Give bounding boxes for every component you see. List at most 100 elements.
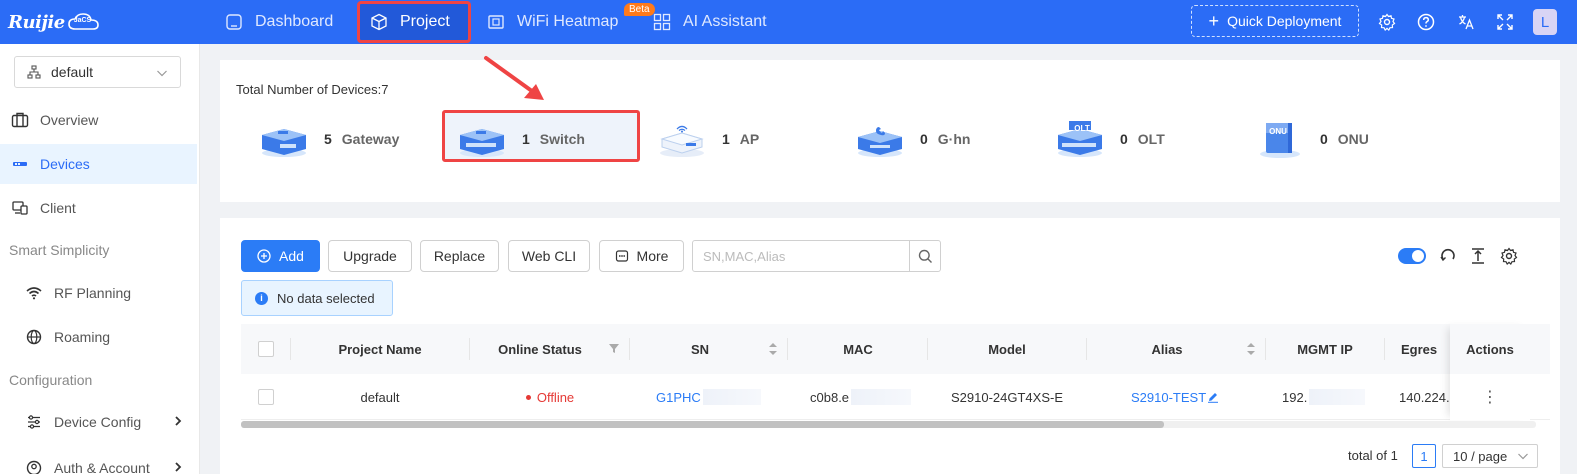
sidebar-item-auth-account[interactable]: Auth & Account xyxy=(0,448,197,474)
ap-count: 1 xyxy=(722,131,730,147)
access-point-icon xyxy=(660,125,704,157)
pagination-page-1[interactable]: 1 xyxy=(1412,444,1436,468)
search-button[interactable] xyxy=(909,241,940,271)
cell-mgmt-ip-text: 192. xyxy=(1282,389,1308,405)
onu-icon-label: ONU xyxy=(1269,127,1287,136)
export-icon[interactable] xyxy=(1468,246,1488,266)
filter-icon[interactable] xyxy=(607,341,621,355)
more-dots-icon xyxy=(615,249,629,263)
web-cli-button[interactable]: Web CLI xyxy=(508,240,590,272)
sidebar-item-devices-label: Devices xyxy=(40,156,90,172)
sidebar-item-devices[interactable]: Devices xyxy=(0,144,197,184)
refresh-icon[interactable] xyxy=(1438,246,1458,266)
col-project-name[interactable]: Project Name xyxy=(291,324,469,374)
cloud-logo-icon: JaCS xyxy=(67,12,101,32)
device-type-ghn[interactable]: 0 G·hn xyxy=(854,118,970,160)
sidebar-item-rf-planning[interactable]: RF Planning xyxy=(0,273,197,313)
nav-dashboard[interactable]: Dashboard xyxy=(225,0,333,44)
ghn-count: 0 xyxy=(920,131,928,147)
sidebar-item-overview[interactable]: Overview xyxy=(0,100,197,140)
user-icon xyxy=(24,459,44,474)
cell-alias[interactable]: S2910-TEST xyxy=(1131,374,1219,420)
settings-gear-icon[interactable] xyxy=(1376,11,1398,33)
replace-button[interactable]: Replace xyxy=(420,240,499,272)
add-button-label: Add xyxy=(279,248,304,264)
view-toggle-switch[interactable] xyxy=(1398,248,1426,264)
upgrade-button[interactable]: Upgrade xyxy=(328,240,412,272)
device-type-gateway[interactable]: 5 Gateway xyxy=(258,118,399,160)
more-button[interactable]: More xyxy=(599,240,684,272)
cell-alias-text: S2910-TEST xyxy=(1131,389,1207,405)
logo[interactable]: Ruijie JaCS xyxy=(8,8,101,36)
row-checkbox[interactable] xyxy=(258,374,274,420)
table-header: Project Name Online Status SN MAC Model … xyxy=(241,324,1550,374)
col-model[interactable]: Model xyxy=(928,324,1086,374)
horizontal-scrollbar[interactable] xyxy=(241,421,1536,428)
total-devices-text: Total Number of Devices:7 xyxy=(236,82,389,97)
add-button[interactable]: Add xyxy=(241,240,320,272)
sort-icon[interactable] xyxy=(767,341,779,357)
nav-project-label: Project xyxy=(400,13,450,30)
project-selector[interactable]: default xyxy=(14,56,181,88)
col-sn[interactable]: SN xyxy=(630,324,770,374)
sidebar-item-roaming[interactable]: Roaming xyxy=(0,317,197,357)
table-row[interactable]: default Offline G1PHC c0b8.e S2910-24GT4… xyxy=(241,374,1550,420)
row-actions-menu-icon[interactable]: ⋮ xyxy=(1450,374,1530,420)
scrollbar-thumb[interactable] xyxy=(241,421,1164,428)
device-type-switch[interactable]: 1 Switch xyxy=(456,118,585,160)
cell-mgmt-ip: 192. xyxy=(1282,374,1366,420)
nav-wifi-heatmap[interactable]: WiFi Heatmap xyxy=(487,0,618,44)
chevron-right-icon xyxy=(173,460,183,474)
cell-project-name: default xyxy=(360,389,400,405)
device-summary-card: Total Number of Devices:7 5 Gateway 1 Sw… xyxy=(220,60,1560,202)
logo-badge: JaCS xyxy=(73,17,92,24)
nav-ai-assistant[interactable]: AI Assistant xyxy=(653,0,767,44)
onu-device-icon xyxy=(1260,123,1300,158)
cell-sn-text: G1PHC xyxy=(656,389,701,405)
page-size-select[interactable]: 10 / page xyxy=(1442,444,1538,468)
network-topology-icon xyxy=(27,65,41,79)
switch-label: Switch xyxy=(539,131,585,147)
language-icon[interactable] xyxy=(1455,11,1477,33)
chevron-down-icon xyxy=(1517,450,1529,465)
col-mgmt-ip[interactable]: MGMT IP xyxy=(1266,324,1384,374)
beta-badge: Beta xyxy=(624,3,655,16)
search-icon xyxy=(918,249,932,263)
select-all-checkbox[interactable] xyxy=(258,324,274,374)
col-alias[interactable]: Alias xyxy=(1087,324,1247,374)
sort-icon[interactable] xyxy=(1245,341,1257,357)
device-type-ap[interactable]: 1 AP xyxy=(656,118,759,160)
user-avatar[interactable]: L xyxy=(1533,9,1557,35)
cell-sn[interactable]: G1PHC xyxy=(656,374,761,420)
plus-circle-icon xyxy=(257,249,271,263)
device-type-onu[interactable]: 0 ONU xyxy=(1254,118,1369,160)
fullscreen-icon[interactable] xyxy=(1494,11,1516,33)
help-icon[interactable] xyxy=(1415,11,1437,33)
globe-icon xyxy=(24,328,44,346)
info-icon: i xyxy=(255,291,268,305)
top-navigation-bar: Ruijie JaCS Dashboard Project WiFi Heatm… xyxy=(0,0,1577,44)
plus-icon: + xyxy=(1208,10,1220,31)
edit-pencil-icon[interactable] xyxy=(1207,391,1219,403)
column-settings-gear-icon[interactable] xyxy=(1499,246,1519,266)
more-button-label: More xyxy=(636,248,669,264)
sidebar-item-device-config[interactable]: Device Config xyxy=(0,402,197,442)
cell-mac-text: c0b8.e xyxy=(810,389,850,405)
heatmap-icon xyxy=(487,13,505,31)
search-box xyxy=(692,240,941,272)
nav-wifi-heatmap-label: WiFi Heatmap xyxy=(517,13,619,30)
sidebar-item-roaming-label: Roaming xyxy=(54,329,111,345)
grid-apps-icon xyxy=(653,13,671,31)
cell-egress: 140.224. xyxy=(1399,389,1450,405)
search-input[interactable] xyxy=(693,241,909,271)
client-devices-icon xyxy=(10,199,30,217)
selection-info-box: i No data selected xyxy=(241,280,393,316)
ghn-device-icon xyxy=(858,127,902,157)
nav-project[interactable]: Project xyxy=(357,1,471,43)
onu-label: ONU xyxy=(1337,131,1369,147)
sidebar-item-client[interactable]: Client xyxy=(0,188,197,228)
quick-deployment-button[interactable]: + Quick Deployment xyxy=(1191,5,1359,37)
col-online-status[interactable]: Online Status xyxy=(470,324,610,374)
col-mac[interactable]: MAC xyxy=(788,324,928,374)
ap-label: AP xyxy=(739,131,760,147)
